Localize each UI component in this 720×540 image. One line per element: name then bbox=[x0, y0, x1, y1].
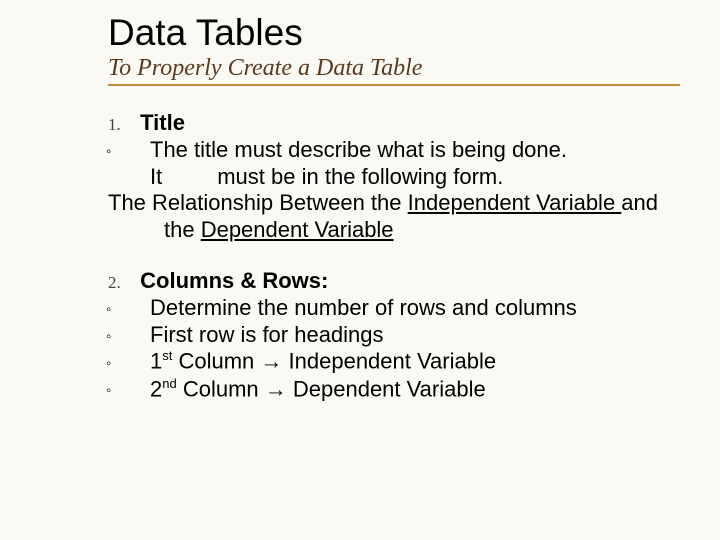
slide-title: Data Tables bbox=[108, 14, 680, 53]
item1-number: 1. bbox=[108, 115, 134, 136]
ring-bullet-icon: ◦ bbox=[128, 382, 150, 400]
slide: Data Tables To Properly Create a Data Ta… bbox=[0, 0, 720, 540]
tmpl-dv: Dependent Variable bbox=[201, 217, 394, 242]
item2-b4-c: Dependent Variable bbox=[287, 376, 486, 401]
item2-heading: Columns & Rows: bbox=[140, 268, 328, 293]
body-content: 1. Title ◦The title must describe what i… bbox=[108, 110, 680, 403]
item1-heading-line: 1. Title bbox=[108, 110, 680, 137]
item2-b1-text: Determine the number of rows and columns bbox=[150, 295, 577, 320]
item2-b2: ◦First row is for headings bbox=[150, 322, 680, 349]
item2-b4: ◦2nd Column → Dependent Variable bbox=[150, 376, 680, 403]
item2-b1: ◦Determine the number of rows and column… bbox=[150, 295, 680, 322]
tmpl-pre: The Relationship Between the bbox=[108, 190, 408, 215]
title-underline bbox=[108, 84, 680, 86]
item2-b2-text: First row is for headings bbox=[150, 322, 384, 347]
arrow-icon: → bbox=[260, 349, 282, 374]
ring-bullet-icon: ◦ bbox=[128, 355, 150, 373]
item2-b3-c: Independent Variable bbox=[282, 349, 496, 374]
item2-b3-b: Column bbox=[172, 349, 260, 374]
item1-template: The Relationship Between the Independent… bbox=[164, 190, 680, 244]
list-item-2: 2. Columns & Rows: ◦Determine the number… bbox=[108, 268, 680, 403]
item2-heading-line: 2. Columns & Rows: bbox=[108, 268, 680, 295]
item2-number: 2. bbox=[108, 273, 134, 294]
item2-b4-a: 2 bbox=[150, 376, 162, 401]
ring-bullet-icon: ◦ bbox=[128, 301, 150, 319]
ring-bullet-icon: ◦ bbox=[128, 143, 150, 161]
item1-desc: ◦The title must describe what is being d… bbox=[150, 137, 680, 191]
item2-b3: ◦1st Column → Independent Variable bbox=[150, 348, 680, 375]
item2-b4-sup: nd bbox=[162, 376, 176, 391]
item1-heading: Title bbox=[140, 110, 185, 135]
item2-b3-a: 1 bbox=[150, 349, 162, 374]
slide-subtitle: To Properly Create a Data Table bbox=[108, 55, 680, 82]
tmpl-iv: Independent Variable bbox=[408, 190, 622, 215]
item2-b3-sup: st bbox=[162, 348, 172, 363]
ring-bullet-icon: ◦ bbox=[128, 328, 150, 346]
item2-b4-b: Column bbox=[177, 376, 265, 401]
list-item-1: 1. Title ◦The title must describe what i… bbox=[108, 110, 680, 244]
arrow-icon: → bbox=[265, 376, 287, 401]
item1-desc-text: The title must describe what is being do… bbox=[150, 137, 567, 189]
